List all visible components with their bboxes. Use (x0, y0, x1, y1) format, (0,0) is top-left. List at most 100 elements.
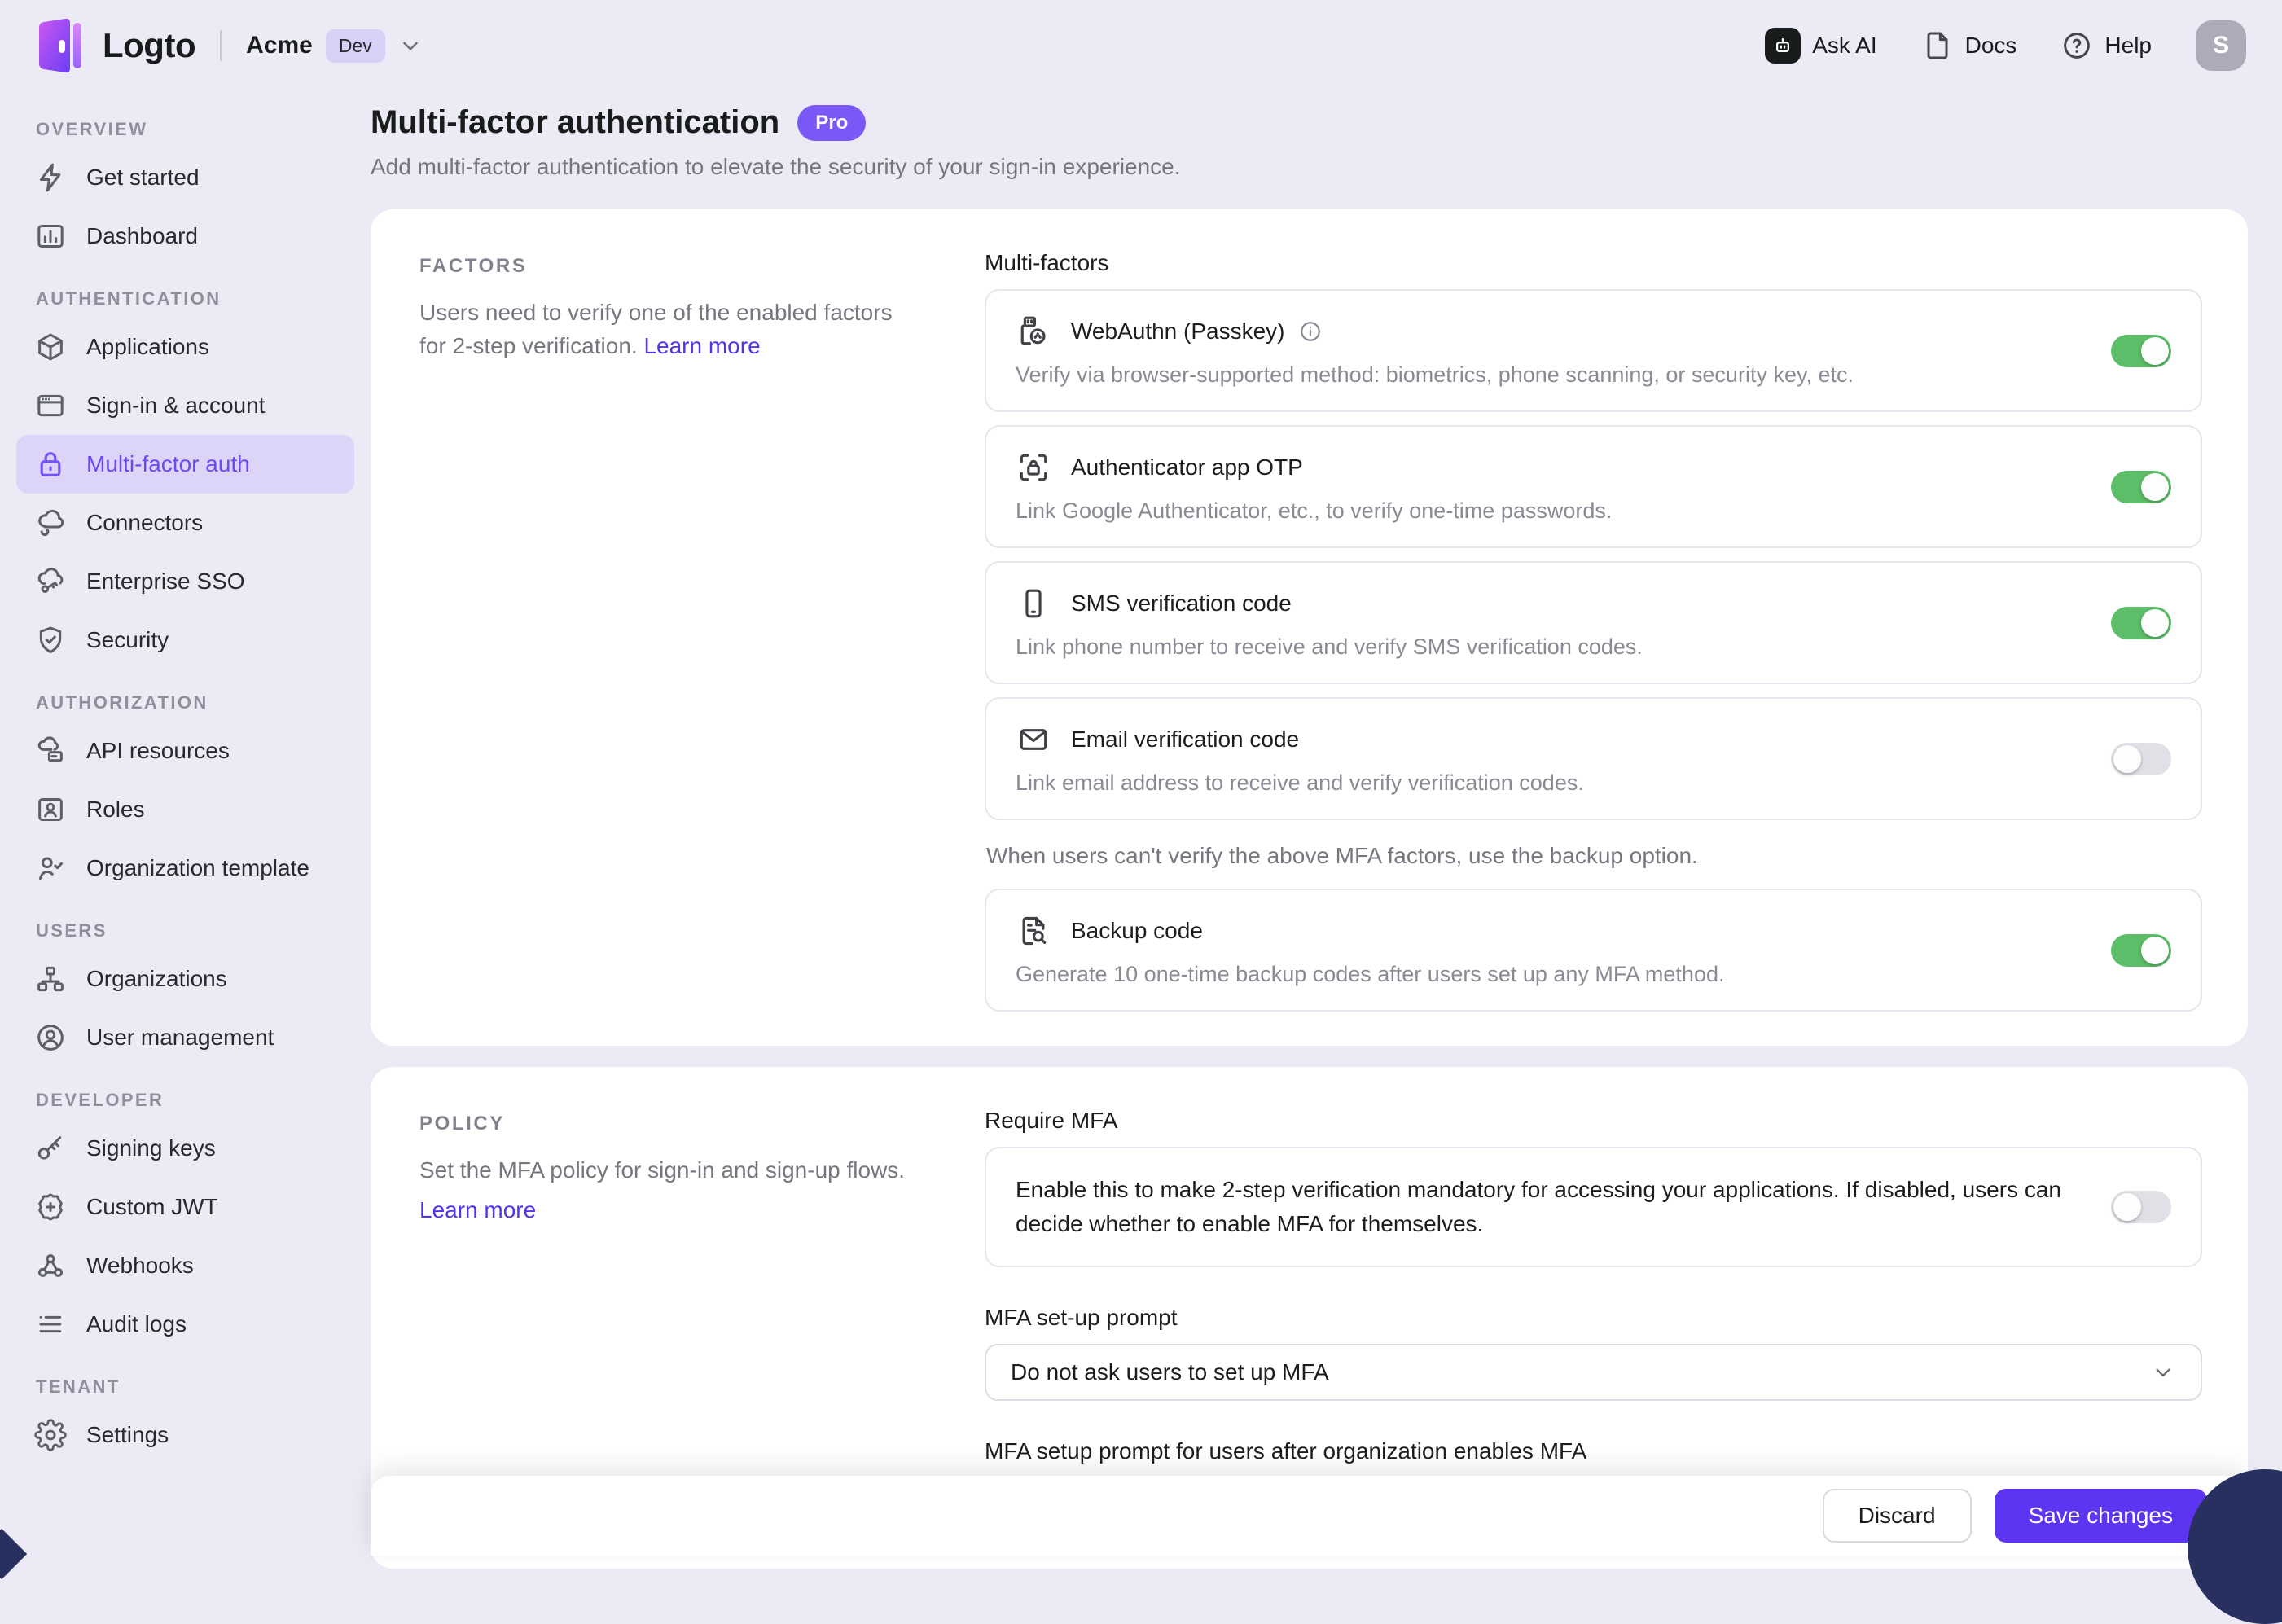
require-mfa-description: Enable this to make 2-step verification … (1016, 1173, 2111, 1241)
logto-brand: Logto (36, 18, 195, 73)
factor-description: Link email address to receive and verify… (1016, 770, 2078, 796)
list-icon (33, 1306, 68, 1342)
sidebar-item-settings[interactable]: Settings (16, 1406, 354, 1464)
sidebar-item-webhooks[interactable]: Webhooks (16, 1236, 354, 1295)
factor-description: Link Google Authenticator, etc., to veri… (1016, 498, 2078, 524)
sidebar-section-authentication: AUTHENTICATION (36, 288, 354, 309)
save-action-bar: Discard Save changes (371, 1476, 2248, 1556)
cloud-connector-icon (33, 505, 68, 541)
email-toggle[interactable] (2111, 743, 2171, 775)
topbar: Logto Acme Dev Ask AI Docs (0, 0, 2282, 91)
authenticator-otp-toggle[interactable] (2111, 471, 2171, 503)
badge-plus-icon (33, 1189, 68, 1225)
sidebar-section-users: USERS (36, 920, 354, 941)
sidebar-item-audit-logs[interactable]: Audit logs (16, 1295, 354, 1354)
factor-description: Generate 10 one-time backup codes after … (1016, 962, 2078, 987)
sidebar-item-organization-template[interactable]: Organization template (16, 839, 354, 898)
sidebar-item-security[interactable]: Security (16, 611, 354, 669)
factor-description: Link phone number to receive and verify … (1016, 634, 2078, 660)
tenant-selector[interactable]: Acme Dev (246, 29, 423, 63)
policy-learn-more-link[interactable]: Learn more (419, 1193, 536, 1227)
sidebar-item-sign-in-account[interactable]: Sign-in & account (16, 376, 354, 435)
webauthn-toggle[interactable] (2111, 335, 2171, 367)
id-card-icon (33, 792, 68, 827)
document-search-icon (1016, 913, 1051, 949)
sidebar: OVERVIEW Get started Dashboard AUTHENTIC… (0, 91, 371, 1556)
sidebar-item-custom-jwt[interactable]: Custom JWT (16, 1178, 354, 1236)
org-mfa-setup-prompt-label: MFA setup prompt for users after organiz… (985, 1438, 2202, 1464)
docs-label: Docs (1965, 33, 2017, 59)
factor-title: Authenticator app OTP (1071, 454, 1303, 481)
multi-factors-label: Multi-factors (985, 250, 2202, 276)
ask-ai-button[interactable]: Ask AI (1765, 28, 1876, 64)
factor-row-email: Email verification code Link email addre… (985, 697, 2202, 820)
policy-section-label: POLICY (419, 1113, 924, 1135)
factor-title: Email verification code (1071, 726, 1299, 753)
cloud-server-icon (33, 733, 68, 769)
topbar-divider (220, 30, 222, 61)
factor-row-webauthn: WebAuthn (Passkey) Verify via browser-su… (985, 289, 2202, 412)
help-label: Help (2104, 33, 2152, 59)
factor-row-authenticator-otp: Authenticator app OTP Link Google Authen… (985, 425, 2202, 548)
factors-learn-more-link[interactable]: Learn more (643, 333, 760, 358)
page-subtitle: Add multi-factor authentication to eleva… (371, 154, 2248, 180)
factor-row-backup-code: Backup code Generate 10 one-time backup … (985, 889, 2202, 1012)
backup-code-toggle[interactable] (2111, 934, 2171, 967)
chevron-down-icon (2150, 1359, 2176, 1385)
lightning-icon (33, 160, 68, 195)
bar-chart-icon (33, 218, 68, 254)
sidebar-section-tenant: TENANT (36, 1376, 354, 1398)
factor-title: Backup code (1071, 918, 1203, 944)
user-circle-icon (33, 1020, 68, 1056)
sidebar-item-dashboard[interactable]: Dashboard (16, 207, 354, 266)
ask-ai-icon (1765, 28, 1801, 64)
sms-toggle[interactable] (2111, 607, 2171, 639)
require-mfa-row: Enable this to make 2-step verification … (985, 1147, 2202, 1267)
browser-window-icon (33, 388, 68, 424)
factors-section-label: FACTORS (419, 255, 924, 278)
sidebar-item-user-management[interactable]: User management (16, 1008, 354, 1067)
logto-logo-icon (36, 18, 86, 73)
envelope-icon (1016, 722, 1051, 757)
sidebar-item-roles[interactable]: Roles (16, 780, 354, 839)
policy-section-description: Set the MFA policy for sign-in and sign-… (419, 1153, 924, 1227)
gear-icon (33, 1417, 68, 1453)
info-icon[interactable] (1298, 319, 1323, 344)
page-title: Multi-factor authentication (371, 104, 779, 141)
brand-name: Logto (103, 26, 195, 65)
save-changes-button[interactable]: Save changes (1995, 1489, 2207, 1543)
factor-row-sms: SMS verification code Link phone number … (985, 561, 2202, 684)
sidebar-item-connectors[interactable]: Connectors (16, 494, 354, 552)
help-icon (2060, 29, 2093, 62)
sidebar-item-get-started[interactable]: Get started (16, 148, 354, 207)
sidebar-item-enterprise-sso[interactable]: Enterprise SSO (16, 552, 354, 611)
factor-title: WebAuthn (Passkey) (1071, 318, 1285, 345)
factor-title: SMS verification code (1071, 590, 1292, 617)
mfa-setup-prompt-select[interactable]: Do not ask users to set up MFA (985, 1344, 2202, 1401)
mfa-setup-prompt-value: Do not ask users to set up MFA (1011, 1359, 1329, 1385)
ask-ai-label: Ask AI (1812, 33, 1876, 59)
backup-option-note: When users can't verify the above MFA fa… (986, 843, 2201, 869)
factors-section-description: Users need to verify one of the enabled … (419, 296, 924, 363)
smartphone-icon (1016, 586, 1051, 621)
sidebar-item-multi-factor-auth[interactable]: Multi-factor auth (16, 435, 354, 494)
user-check-icon (33, 850, 68, 886)
sidebar-item-organizations[interactable]: Organizations (16, 950, 354, 1008)
policy-description-text: Set the MFA policy for sign-in and sign-… (419, 1157, 905, 1183)
sidebar-item-applications[interactable]: Applications (16, 318, 354, 376)
sidebar-item-signing-keys[interactable]: Signing keys (16, 1119, 354, 1178)
require-mfa-label: Require MFA (985, 1108, 2202, 1134)
docs-icon (1921, 29, 1954, 62)
scan-lock-icon (1016, 450, 1051, 485)
help-button[interactable]: Help (2060, 29, 2152, 62)
user-avatar[interactable]: S (2196, 20, 2246, 71)
discard-button[interactable]: Discard (1823, 1489, 1972, 1543)
sidebar-section-developer: DEVELOPER (36, 1090, 354, 1111)
require-mfa-toggle[interactable] (2111, 1191, 2171, 1223)
docs-button[interactable]: Docs (1921, 29, 2017, 62)
chevron-down-icon (398, 33, 423, 58)
sitemap-icon (33, 961, 68, 997)
sidebar-item-api-resources[interactable]: API resources (16, 722, 354, 780)
passkey-icon (1016, 314, 1051, 349)
tenant-name: Acme (246, 32, 313, 59)
